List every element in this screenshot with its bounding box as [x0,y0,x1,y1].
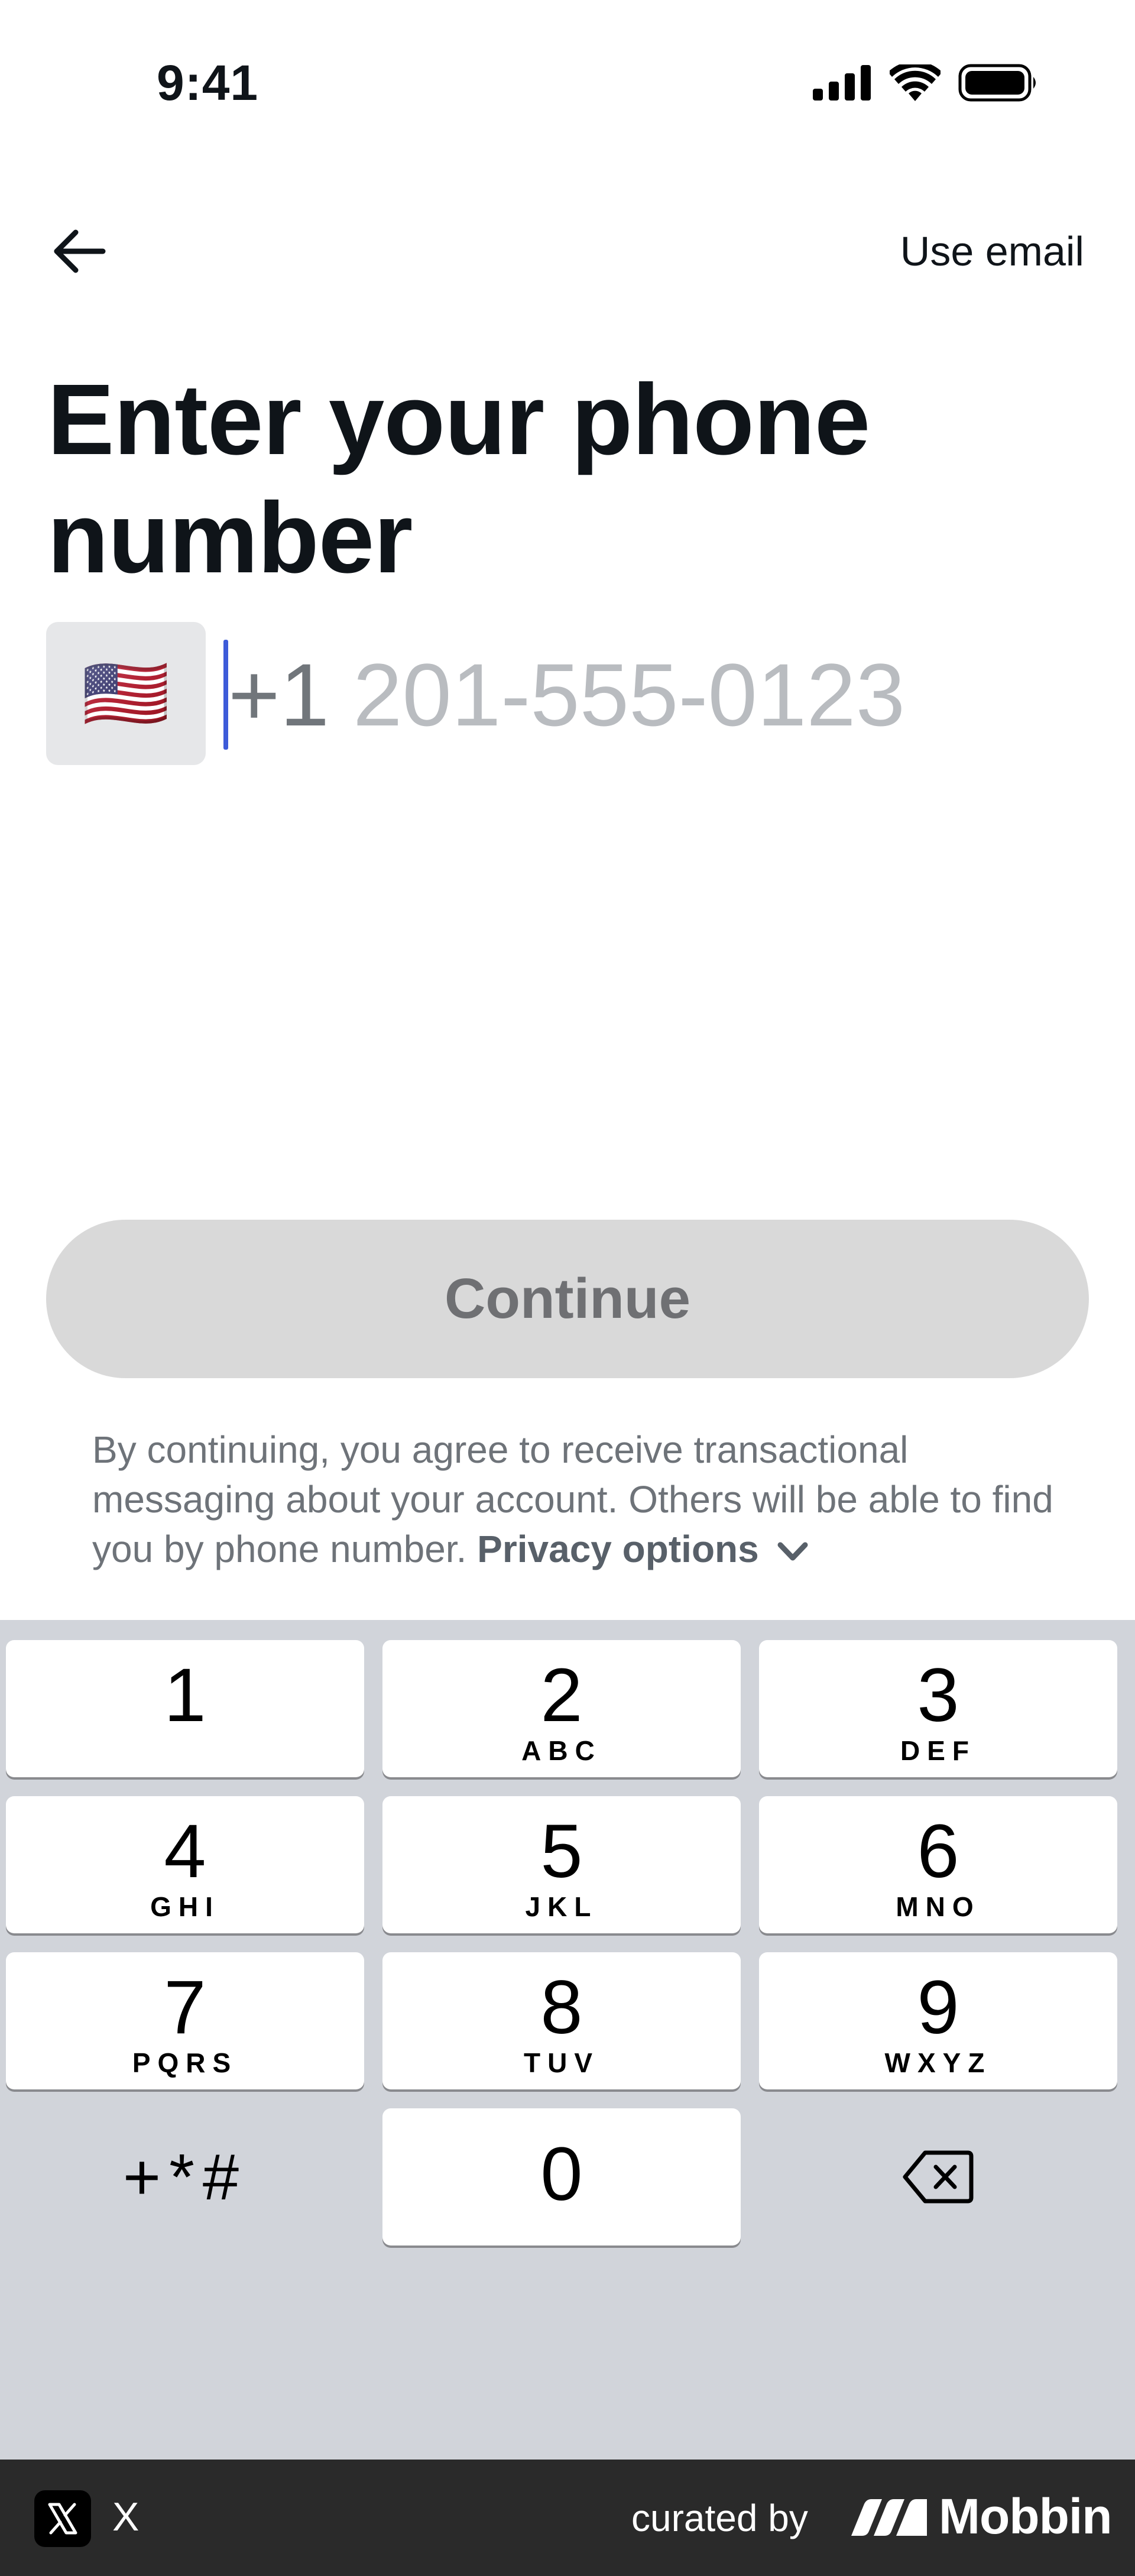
key-digit: 5 [540,1809,583,1894]
x-logo-icon [34,2490,91,2547]
numeric-keypad: 1 2 ABC 3 DEF 4 GHI 5 JKL 6 MNO 7 PQRS 8… [0,1620,1135,2460]
phone-placeholder: 201-555-0123 [353,645,906,744]
symbols-key[interactable]: +*# [6,2108,364,2246]
key-digit: 4 [164,1809,206,1894]
us-flag-icon: 🇺🇸 [82,654,170,733]
page-title: Enter your phone number [47,364,870,594]
status-bar: 9:41 [0,0,1135,171]
symbols-label: +*# [122,2140,248,2214]
key-8[interactable]: 8 TUV [382,1952,741,2089]
footer-bar: X curated by Mobbin [0,2460,1135,2576]
country-selector-button[interactable]: 🇺🇸 [46,622,206,765]
key-2[interactable]: 2 ABC [382,1640,741,1777]
arrow-left-icon [54,229,106,273]
mobbin-brand: Mobbin [851,2488,1113,2545]
status-time: 9:41 [157,55,259,111]
key-7[interactable]: 7 PQRS [6,1952,364,2089]
text-caret [223,640,228,750]
delete-key[interactable] [759,2108,1117,2246]
key-letters: DEF [900,1735,976,1766]
backspace-icon [903,2150,974,2204]
privacy-options-label: Privacy options [477,1528,759,1570]
curated-by-label: curated by [631,2497,808,2539]
dial-code: +1 [228,645,330,744]
phone-input[interactable]: +1 201-555-0123 [228,644,905,745]
key-letters: PQRS [132,2047,238,2078]
key-digit: 0 [540,2132,583,2217]
battery-icon [958,64,1036,102]
key-digit: 2 [540,1653,583,1738]
key-5[interactable]: 5 JKL [382,1796,741,1933]
continue-button[interactable]: Continue [46,1220,1089,1378]
key-6[interactable]: 6 MNO [759,1796,1117,1933]
cellular-signal-icon [813,65,871,101]
legal-notice: By continuing, you agree to receive tran… [92,1425,1062,1574]
status-icons [813,64,1039,102]
back-button[interactable] [52,222,117,281]
mobbin-logo-icon [851,2499,927,2536]
key-letters: MNO [896,1891,981,1922]
use-email-link[interactable]: Use email [900,228,1084,275]
key-4[interactable]: 4 GHI [6,1796,364,1933]
key-0[interactable]: 0 [382,2108,741,2246]
wifi-icon [890,64,941,101]
key-1[interactable]: 1 [6,1640,364,1777]
key-digit: 9 [917,1965,959,2050]
privacy-options-link[interactable]: Privacy options [477,1528,809,1570]
app-name: X [112,2494,140,2539]
key-letters: WXYZ [884,2047,992,2078]
key-digit: 3 [917,1653,959,1738]
key-9[interactable]: 9 WXYZ [759,1952,1117,2089]
key-digit: 6 [917,1809,959,1894]
chevron-down-icon [777,1542,808,1561]
mobbin-wordmark: Mobbin [939,2488,1113,2544]
key-digit: 7 [164,1965,206,2050]
key-3[interactable]: 3 DEF [759,1640,1117,1777]
key-letters: GHI [150,1891,220,1922]
key-letters: ABC [521,1735,602,1766]
key-letters: TUV [524,2047,599,2078]
key-digit: 8 [540,1965,583,2050]
key-letters: JKL [525,1891,598,1922]
key-digit: 1 [164,1653,206,1738]
